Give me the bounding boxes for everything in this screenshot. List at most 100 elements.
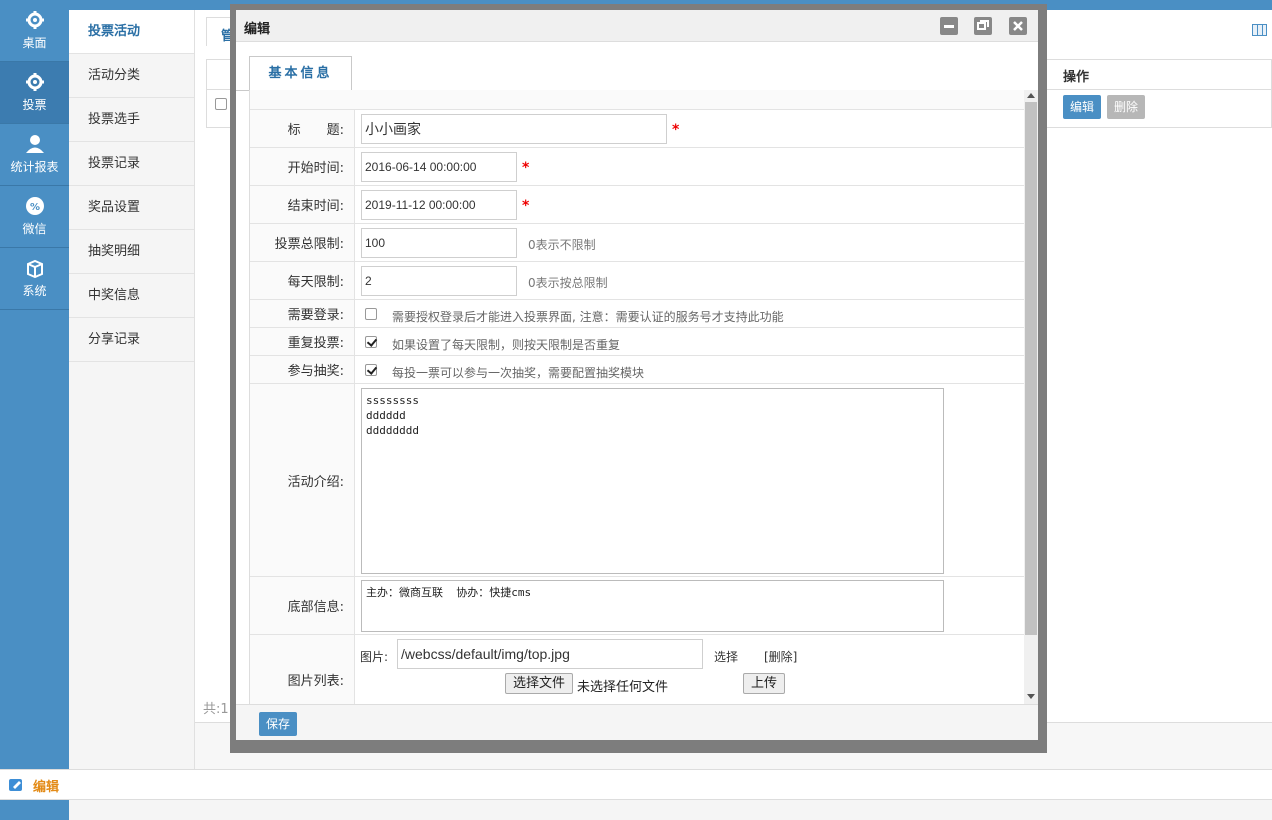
title-label: 标 题: [250,110,355,147]
tab-basic-info[interactable]: 基本信息 [249,56,352,91]
require-login-label: 需要登录: [250,300,355,327]
nav-stats[interactable]: 统计报表 [0,124,69,186]
total-count: 共:1 [203,702,229,717]
row-title: 标 题: 小小画家 * [250,110,1024,148]
repeat-vote-hint: 如果设置了每天限制，则按天限制是否重复 [392,338,621,352]
required-mark: * [522,198,530,214]
gear-icon [25,73,44,91]
restore-icon[interactable] [974,17,992,35]
end-time-input[interactable]: 2019-11-12 00:00:00 [361,190,517,220]
operations-header: 操作 [1063,70,1090,85]
submenu-item-contestants[interactable]: 投票选手 [69,98,194,142]
nav-desktop[interactable]: 桌面 [0,0,69,62]
nav-system-label: 系统 [22,284,47,298]
gear-icon [25,11,44,29]
nav-wechat[interactable]: % 微信 [0,186,69,248]
title-input[interactable]: 小小画家 [361,114,667,144]
image-label: 图片: [360,650,389,664]
footer-info-label: 底部信息: [250,577,355,634]
dialog-titlebar[interactable]: 编辑 [236,10,1038,42]
required-mark: * [672,122,680,138]
submenu-item-lottery-details[interactable]: 抽奖明细 [69,230,194,274]
submenu-item-winners[interactable]: 中奖信息 [69,274,194,318]
image-list-label: 图片列表: [250,635,355,704]
edit-window-icon [9,779,22,791]
user-icon [25,135,44,153]
start-time-label: 开始时间: [250,148,355,185]
end-time-label: 结束时间: [250,186,355,223]
row-image-list: 图片列表: 图片: /webcss/default/img/top.jpg 选择… [250,635,1024,704]
dialog-footer: 保存 [236,704,1038,740]
nav-vote[interactable]: 投票 [0,62,69,124]
svg-text:%: % [29,202,39,213]
grid-view-icon[interactable] [1252,24,1267,36]
choose-file-button[interactable]: 选择文件 [505,673,573,694]
scroll-thumb[interactable] [1025,102,1037,635]
require-login-checkbox[interactable] [365,308,377,320]
total-limit-label: 投票总限制: [250,224,355,261]
dialog-tabs: 基本信息 [236,42,1038,91]
percent-icon: % [25,197,44,215]
start-time-input[interactable]: 2016-06-14 00:00:00 [361,152,517,182]
nav-vote-label: 投票 [22,98,47,112]
row-daily-limit: 每天限制: 2 0表示按总限制 [250,262,1024,300]
edit-dialog: 编辑 基本信息 标 题: 小小画家 * 开始时间: 2016-06-14 00:… [236,10,1038,740]
row-footer-info: 底部信息: 主办：微商互联 协办：快捷cms [250,577,1024,635]
scroll-down-icon[interactable] [1027,694,1035,699]
select-image-link[interactable]: 选择 [714,648,738,665]
intro-textarea[interactable]: ssssssss dddddd dddddddd [361,388,944,574]
upload-button[interactable]: 上传 [743,673,785,694]
required-mark: * [522,160,530,176]
submenu-item-activity-category[interactable]: 活动分类 [69,54,194,98]
row-require-login: 需要登录: 需要授权登录后才能进入投票界面, 注意：需要认证的服务号才支持此功能 [250,300,1024,328]
no-file-text: 未选择任何文件 [577,680,669,695]
daily-limit-input[interactable]: 2 [361,266,517,296]
total-limit-input[interactable]: 100 [361,228,517,258]
submenu: 投票活动 活动分类 投票选手 投票记录 奖品设置 抽奖明细 中奖信息 分享记录 [69,10,195,820]
edit-dialog-frame: 编辑 基本信息 标 题: 小小画家 * 开始时间: 2016-06-14 00:… [230,4,1047,753]
status-window-label[interactable]: 编辑 [33,776,59,795]
delete-button[interactable]: 删除 [1107,95,1145,119]
total-limit-hint: 0表示不限制 [528,238,596,252]
row-start-time: 开始时间: 2016-06-14 00:00:00 * [250,148,1024,186]
close-icon[interactable] [1009,17,1027,35]
row-repeat-vote: 重复投票: 如果设置了每天限制，则按天限制是否重复 [250,328,1024,356]
repeat-vote-checkbox[interactable] [365,336,377,348]
daily-limit-label: 每天限制: [250,262,355,299]
save-button[interactable]: 保存 [259,712,297,736]
intro-label: 活动介绍: [250,384,355,576]
row-lottery: 参与抽奖: 每投一票可以参与一次抽奖，需要配置抽奖模块 [250,356,1024,384]
remove-image-link[interactable]: [删除] [764,648,797,665]
submenu-item-vote-records[interactable]: 投票记录 [69,142,194,186]
form-scrollbar[interactable] [1024,90,1038,704]
left-icon-nav: 桌面 投票 统计报表 % 微信 系统 [0,0,69,820]
nav-desktop-label: 桌面 [22,36,47,50]
lottery-label: 参与抽奖: [250,356,355,383]
bottom-fill [69,800,1272,820]
lottery-checkbox[interactable] [365,364,377,376]
repeat-vote-label: 重复投票: [250,328,355,355]
nav-system[interactable]: 系统 [0,248,69,310]
footer-info-textarea[interactable]: 主办：微商互联 协办：快捷cms [361,580,944,632]
submenu-item-prize-settings[interactable]: 奖品设置 [69,186,194,230]
row-checkbox[interactable] [215,98,227,110]
nav-stats-label: 统计报表 [10,160,59,174]
image-path-input[interactable]: /webcss/default/img/top.jpg [397,639,703,669]
daily-limit-hint: 0表示按总限制 [528,276,608,290]
require-login-hint: 需要授权登录后才能进入投票界面, 注意：需要认证的服务号才支持此功能 [392,310,784,324]
row-total-limit: 投票总限制: 100 0表示不限制 [250,224,1024,262]
box-icon [26,259,43,278]
row-intro: 活动介绍: ssssssss dddddd dddddddd [250,384,1024,577]
row-end-time: 结束时间: 2019-11-12 00:00:00 * [250,186,1024,224]
edit-button[interactable]: 编辑 [1063,95,1101,119]
lottery-hint: 每投一票可以参与一次抽奖，需要配置抽奖模块 [392,366,645,380]
dialog-title: 编辑 [244,22,271,37]
submenu-item-share-records[interactable]: 分享记录 [69,318,194,362]
nav-wechat-label: 微信 [22,222,47,236]
submenu-item-vote-activity[interactable]: 投票活动 [69,10,194,54]
scroll-up-icon[interactable] [1027,93,1035,98]
minimize-icon[interactable] [940,17,958,35]
form-top-spacer [250,90,1024,110]
status-bar: 编辑 [0,769,1272,800]
dialog-form: 标 题: 小小画家 * 开始时间: 2016-06-14 00:00:00 * … [249,90,1035,704]
